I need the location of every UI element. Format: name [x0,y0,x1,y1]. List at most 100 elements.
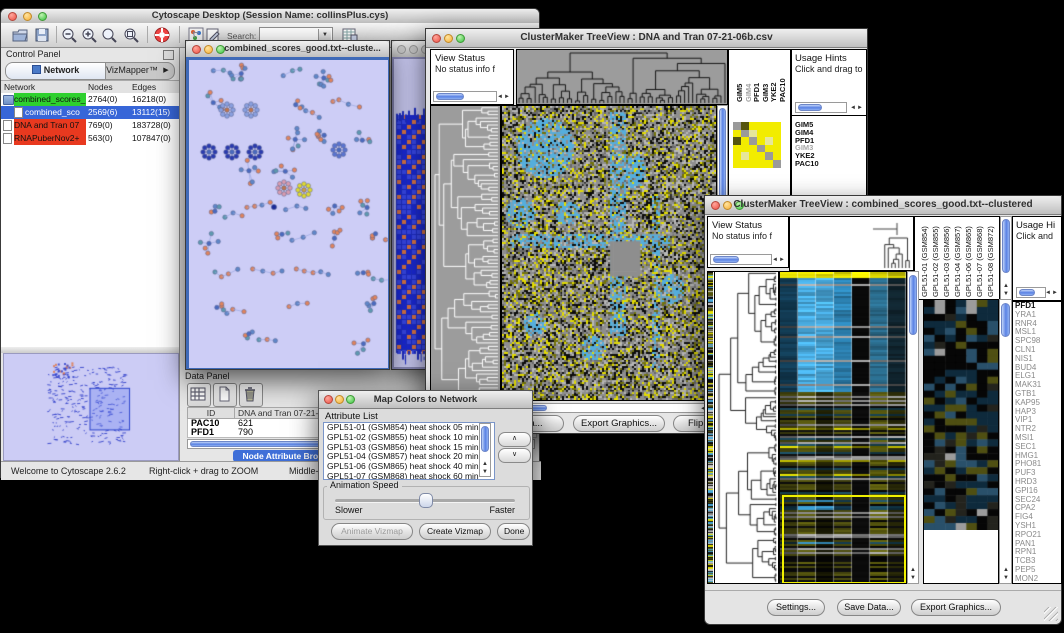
gene-label[interactable]: KAP95 [1013,399,1061,408]
scroll-right-icon[interactable]: ► [779,257,785,263]
cluster-matrix[interactable] [733,122,781,168]
titlebar[interactable]: Map Colors to Network [319,391,532,409]
scrollbar-thumb[interactable] [1001,303,1010,337]
scroll-down-icon[interactable]: ▼ [1003,291,1009,297]
column-dendrogram-panel[interactable] [516,49,728,105]
titlebar[interactable]: combined_scores_good.txt--cluste... [186,41,389,58]
gene-label[interactable]: SEC1 [1013,443,1061,452]
network-graph-canvas[interactable] [189,60,388,368]
scroll-up-icon[interactable]: ▲ [1003,283,1009,289]
column-dendrogram-canvas[interactable] [790,217,913,270]
gene-label[interactable]: PAN1 [1013,540,1061,549]
scrollbar-thumb[interactable] [1019,289,1035,296]
scroll-down-icon[interactable]: ▼ [910,575,916,581]
network-row[interactable]: combined_scores_2764(0)16218(0) [1,93,179,106]
scroll-up-icon[interactable]: ▲ [910,567,916,573]
zoom-heatmap-canvas[interactable] [924,300,998,530]
network-overview-canvas[interactable] [4,354,176,458]
network-overview-panel[interactable] [3,353,179,461]
gene-label[interactable]: GPI16 [1013,487,1061,496]
gene-label[interactable]: RNR4 [1013,320,1061,329]
done-button[interactable]: Done [497,523,530,540]
help-ring-icon[interactable] [153,26,171,44]
usage-hints-hscrollbar[interactable] [795,102,847,113]
scrollbar-thumb[interactable] [713,256,739,263]
export-graphics-button[interactable]: Export Graphics... [573,415,665,432]
move-down-button[interactable]: ∨ [498,448,531,463]
gene-label[interactable]: HAP3 [1013,408,1061,417]
delete-attribute-button[interactable] [239,383,263,407]
gene-label[interactable]: SEC24 [1013,496,1061,505]
scrollbar-thumb[interactable] [798,104,822,111]
scroll-up-icon[interactable]: ▲ [1003,567,1009,573]
gene-label[interactable]: YRA1 [1013,311,1061,320]
scroll-down-icon[interactable]: ▼ [1003,575,1009,581]
network-row[interactable]: combined_sco2569(6)13112(15) [1,106,179,119]
save-icon[interactable] [33,26,51,44]
zoom-vscrollbar[interactable]: ▲ ▼ [999,299,1012,584]
scroll-right-icon[interactable]: ► [1052,290,1058,296]
move-up-button[interactable]: ∧ [498,432,531,447]
heatmap-panel[interactable] [501,105,717,401]
new-attribute-button[interactable] [213,383,237,407]
tab-overflow-arrow[interactable]: ▶ [158,63,174,79]
gene-label[interactable]: GTB1 [1013,390,1061,399]
resize-grip[interactable] [1044,607,1058,621]
tab-network[interactable]: Network [6,63,106,79]
row-dendrogram-canvas[interactable] [715,272,778,583]
overview-strip-canvas[interactable] [708,272,713,583]
usage-hints-hscrollbar[interactable] [1016,287,1046,298]
select-attributes-button[interactable] [187,383,211,407]
view-status-hscrollbar[interactable] [710,254,772,265]
heatmap-canvas[interactable] [502,106,716,400]
column-labels-vscrollbar[interactable]: ▲ ▼ [1000,216,1012,300]
gene-label[interactable]: CLN1 [1013,346,1061,355]
gene-label[interactable]: NIS1 [1013,355,1061,364]
save-data-button[interactable]: Save Data... [837,599,901,616]
zoom-in-icon[interactable] [80,26,98,44]
network-row[interactable]: DNA and Tran 07769(0)183728(0) [1,119,179,132]
open-folder-icon[interactable] [11,26,29,44]
attribute-list[interactable]: GPL51-01 (GSM854) heat shock 05 minGPL51… [323,422,495,480]
gene-label[interactable]: HMG1 [1013,452,1061,461]
minimize-icon[interactable] [409,45,418,54]
titlebar[interactable]: ClusterMaker TreeView : DNA and Tran 07-… [426,29,867,48]
gene-label[interactable]: MSI1 [1013,434,1061,443]
gene-list-panel[interactable]: PFD1YRA1RNR4MSL1SPC98CLN1NIS1BUD4ELG1MAK… [1012,301,1062,584]
zoom-fit-icon[interactable] [122,26,140,44]
create-vizmap-button[interactable]: Create Vizmap [419,523,491,540]
heatmap-panel[interactable] [779,271,907,584]
global-overview-strip[interactable] [707,271,714,584]
scrollbar-thumb[interactable] [481,426,489,452]
gene-label[interactable]: ELG1 [1013,372,1061,381]
gene-label[interactable]: RPO21 [1013,531,1061,540]
gene-label[interactable]: TCB3 [1013,557,1061,566]
scroll-right-icon[interactable]: ► [857,105,863,111]
network-row[interactable]: RNAPuberNov2+563(0)107847(0) [1,132,179,145]
gene-label[interactable]: SPC98 [1013,337,1061,346]
gene-label[interactable]: NTR2 [1013,425,1061,434]
export-graphics-button[interactable]: Export Graphics... [911,599,1001,616]
scroll-left-icon[interactable]: ◄ [497,94,503,100]
gene-label[interactable]: MAK31 [1013,381,1061,390]
scrollbar-thumb[interactable] [1002,219,1010,273]
zoom-actual-icon[interactable] [100,26,118,44]
gene-label[interactable]: PHO81 [1013,460,1061,469]
row-dendrogram-panel[interactable] [430,105,501,401]
speed-slider-handle[interactable] [419,493,433,508]
gene-label[interactable]: PFD1 [1013,302,1061,311]
row-dendrogram-canvas[interactable] [431,106,500,400]
scrollbar-thumb[interactable] [436,93,464,100]
gene-label[interactable]: MON2 [1013,575,1061,584]
zoom-out-icon[interactable] [60,26,78,44]
scroll-left-icon[interactable]: ◄ [850,105,856,111]
column-dendrogram-canvas[interactable] [517,50,727,104]
animate-vizmap-button[interactable]: Animate Vizmap [331,523,413,540]
heatmap-vscrollbar[interactable]: ▲ ▼ [907,271,919,584]
gene-label[interactable]: PEP5 [1013,566,1061,575]
scroll-down-icon[interactable]: ▼ [482,469,488,475]
close-icon[interactable] [397,45,406,54]
gene-label[interactable]: PUF3 [1013,469,1061,478]
gene-label[interactable]: MSL1 [1013,328,1061,337]
gene-label[interactable]: VIP1 [1013,416,1061,425]
